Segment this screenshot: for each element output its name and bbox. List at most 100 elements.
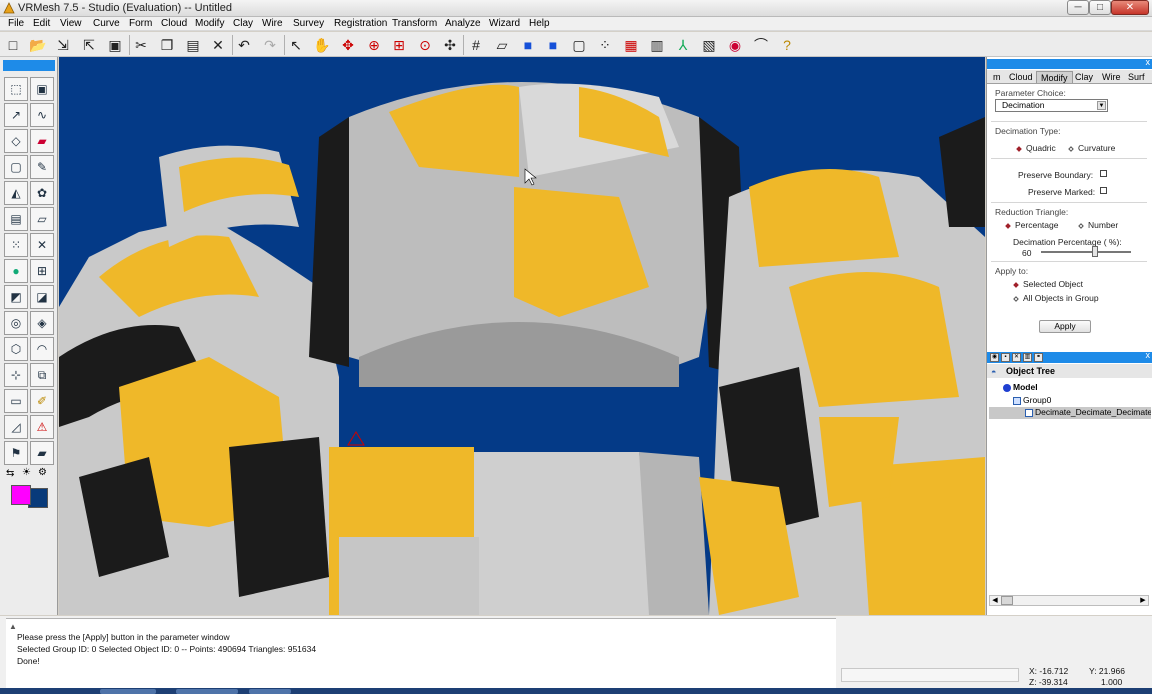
menu-registration[interactable]: Registration: [334, 18, 387, 29]
mesh-icon[interactable]: ▤: [4, 207, 28, 231]
point-edit-icon[interactable]: ⬚: [4, 77, 28, 101]
axis-icon[interactable]: ⅄: [673, 35, 693, 55]
scroll-right-icon[interactable]: ▶: [1138, 596, 1148, 605]
tab-cloud[interactable]: Cloud: [1005, 71, 1037, 83]
link-icon[interactable]: ⇆: [6, 468, 14, 479]
3d-viewport[interactable]: [59, 57, 985, 615]
connect-icon[interactable]: ⧉: [30, 363, 54, 387]
cross-icon[interactable]: ✕: [30, 233, 54, 257]
view-top-icon[interactable]: ▦: [621, 35, 641, 55]
help-icon[interactable]: ?: [777, 35, 797, 55]
copy-icon[interactable]: ❐: [157, 35, 177, 55]
eye-icon[interactable]: ◉: [990, 353, 999, 362]
foreground-color-swatch[interactable]: [11, 485, 31, 505]
menu-curve[interactable]: Curve: [93, 18, 120, 29]
open-icon[interactable]: 📂: [28, 35, 48, 55]
scroll-up-icon[interactable]: ▲: [9, 622, 17, 631]
menu-help[interactable]: Help: [529, 18, 550, 29]
taskbar-item[interactable]: [249, 689, 291, 694]
background-color-swatch[interactable]: [28, 488, 48, 508]
menu-survey[interactable]: Survey: [293, 18, 324, 29]
light-icon[interactable]: ☀: [22, 467, 31, 478]
color-object-icon[interactable]: ▥: [1023, 353, 1032, 362]
parameter-choice-select[interactable]: Decimation ▼: [995, 99, 1108, 112]
tree-node-group0[interactable]: Group0: [1013, 395, 1051, 405]
spline-icon[interactable]: ∿: [30, 103, 54, 127]
paste-icon[interactable]: ▤: [183, 35, 203, 55]
lock-icon[interactable]: ▪: [1001, 353, 1010, 362]
taskbar-item[interactable]: [176, 689, 238, 694]
plane-icon[interactable]: ◇: [4, 129, 28, 153]
minimize-button[interactable]: ─: [1067, 0, 1089, 15]
tab-form[interactable]: m: [989, 71, 1005, 83]
sweep-icon[interactable]: ◪: [30, 285, 54, 309]
delete-object-icon[interactable]: ✕: [1012, 353, 1021, 362]
cut-icon[interactable]: ✂: [131, 35, 151, 55]
radio-percentage[interactable]: Percentage: [1005, 220, 1058, 230]
patch-icon[interactable]: ◈: [30, 311, 54, 335]
surface-icon[interactable]: ◭: [4, 181, 28, 205]
redo-icon[interactable]: ↷: [260, 35, 280, 55]
grid-skew-icon[interactable]: ▱: [492, 35, 512, 55]
color-map-icon[interactable]: ◉: [725, 35, 745, 55]
rotate-icon[interactable]: ✥: [338, 35, 358, 55]
apply-button[interactable]: Apply: [1039, 320, 1091, 333]
undo-icon[interactable]: ↶: [234, 35, 254, 55]
box-select-icon[interactable]: ▣: [30, 77, 54, 101]
preserve-boundary-checkbox[interactable]: [1100, 170, 1107, 177]
point-display-icon[interactable]: ⁘: [595, 35, 615, 55]
close-button[interactable]: ✕: [1111, 0, 1149, 15]
menu-analyze[interactable]: Analyze: [445, 18, 481, 29]
tree-node-model[interactable]: Model: [1003, 382, 1038, 392]
cut-plane-icon[interactable]: ▰: [30, 129, 54, 153]
delete-icon[interactable]: ✕: [208, 35, 228, 55]
tab-modify[interactable]: Modify: [1036, 71, 1073, 83]
gear-icon[interactable]: ⚙: [38, 467, 47, 478]
fold-icon[interactable]: ◩: [4, 285, 28, 309]
preserve-marked-checkbox[interactable]: [1100, 187, 1107, 194]
maximize-button[interactable]: □: [1089, 0, 1111, 15]
tab-wire[interactable]: Wire: [1098, 71, 1125, 83]
scatter-icon[interactable]: ⁙: [4, 233, 28, 257]
view-front-icon[interactable]: ▥: [647, 35, 667, 55]
slider-thumb[interactable]: [1092, 246, 1098, 257]
shaded-solid-icon[interactable]: ■: [543, 35, 563, 55]
texture-icon[interactable]: ✿: [30, 181, 54, 205]
link-object-icon[interactable]: ⚭: [1034, 353, 1043, 362]
grid-points-icon[interactable]: ⊞: [30, 259, 54, 283]
properties-icon[interactable]: ▧: [699, 35, 719, 55]
grid-icon[interactable]: #: [466, 35, 486, 55]
layer-icon[interactable]: ▰: [30, 441, 54, 465]
tab-surface[interactable]: Surf: [1124, 71, 1149, 83]
nodes-icon[interactable]: ⊹: [4, 363, 28, 387]
menu-edit[interactable]: Edit: [33, 18, 50, 29]
zoom-all-icon[interactable]: ✣: [440, 35, 460, 55]
menu-transform[interactable]: Transform: [392, 18, 437, 29]
menu-form[interactable]: Form: [129, 18, 152, 29]
decimation-percentage-slider[interactable]: [1041, 246, 1131, 257]
radio-all-objects-in-group[interactable]: All Objects in Group: [1013, 293, 1099, 303]
zoom-window-icon[interactable]: ⊞: [389, 35, 409, 55]
arc-icon[interactable]: ◠: [30, 337, 54, 361]
flag-icon[interactable]: ⚑: [4, 441, 28, 465]
scroll-left-icon[interactable]: ◀: [990, 596, 1000, 605]
curve-icon[interactable]: ↗: [4, 103, 28, 127]
zoom-fit-icon[interactable]: ⊙: [415, 35, 435, 55]
save-icon[interactable]: ▣: [105, 35, 125, 55]
radio-selected-object[interactable]: Selected Object: [1013, 279, 1083, 289]
curvature-icon[interactable]: ⌒: [751, 35, 771, 55]
menu-modify[interactable]: Modify: [195, 18, 224, 29]
menu-view[interactable]: View: [60, 18, 82, 29]
export-icon[interactable]: ⇱: [79, 35, 99, 55]
globe-icon[interactable]: ●: [4, 259, 28, 283]
new-icon[interactable]: □: [3, 35, 23, 55]
patch-flat-icon[interactable]: ▭: [4, 389, 28, 413]
tab-clay[interactable]: Clay: [1071, 71, 1097, 83]
message-log[interactable]: ▲ Please press the [Apply] button in the…: [6, 618, 836, 688]
radio-curvature[interactable]: Curvature: [1068, 143, 1115, 153]
tree-close-icon[interactable]: x: [1146, 350, 1151, 360]
zoom-icon[interactable]: ⊕: [364, 35, 384, 55]
radio-number[interactable]: Number: [1078, 220, 1118, 230]
menu-wizard[interactable]: Wizard: [489, 18, 520, 29]
menu-file[interactable]: File: [8, 18, 24, 29]
